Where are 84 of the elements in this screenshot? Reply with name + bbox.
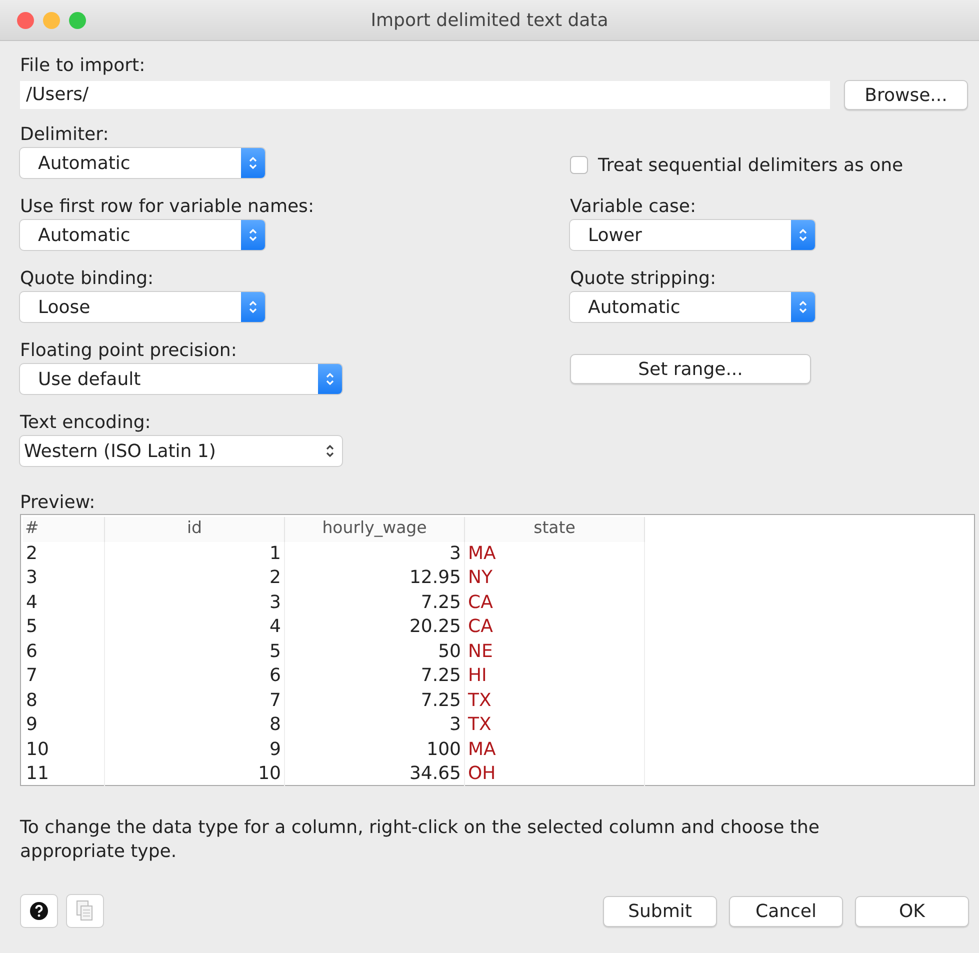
column-header[interactable]: state [465,517,645,542]
table-cell: MA [465,542,645,566]
row-number: 5 [23,615,105,640]
field-label: Text encoding: [20,412,151,434]
table-cell: 7.25 [285,664,465,688]
table-cell: 50 [285,640,465,664]
table-cell: 34.65 [285,762,465,786]
table-cell: 8 [105,713,285,738]
dropdown[interactable]: Use default [20,364,342,394]
field-label: Quote stripping: [570,268,716,290]
row-number: 10 [23,738,105,762]
table-cell: 4 [105,615,285,640]
dropdown[interactable]: Western (ISO Latin 1) [20,436,342,466]
table-cell: 3 [285,713,465,738]
field-label: File to import: [20,55,146,77]
window-title: Import delimited text data [370,10,608,30]
checkbox-label: Treat sequential delimiters as one [598,154,904,176]
set-range-button[interactable]: Set range... [570,354,811,384]
table-cell: 2 [105,566,285,590]
zoom-button[interactable] [69,12,86,28]
row-number: 3 [23,566,105,590]
stepper-icon [798,227,808,243]
column-header[interactable]: id [105,517,285,542]
dialog-button[interactable]: Submit [603,896,717,926]
preview-label: Preview: [20,492,96,514]
table-cell: 20.25 [285,615,465,640]
table-cell: 7 [105,688,285,713]
table-cell: TX [465,713,645,738]
row-number: 2 [23,542,105,566]
field-label: Use first row for variable names: [20,196,314,218]
row-number: 7 [23,664,105,688]
table-cell: 6 [105,664,285,688]
table-cell: OH [465,762,645,786]
dropdown[interactable]: Loose [20,292,265,322]
stepper-icon [248,155,258,171]
column-header[interactable]: # [23,517,105,542]
stepper-icon [248,299,258,315]
stepper-icon [798,299,808,315]
hint-text: To change the data type for a column, right-click on the selected column and choose the appropriate type. [20,816,820,864]
table-cell: 3 [285,542,465,566]
table-cell: MA [465,738,645,762]
dropdown[interactable]: Lower [570,220,815,250]
row-number: 4 [23,590,105,615]
table-cell: HI [465,664,645,688]
stepper-icon [248,227,258,243]
stepper-icon [325,371,335,387]
close-button[interactable] [17,12,34,28]
copy-button[interactable] [66,894,104,928]
browse-button[interactable]: Browse... [844,80,968,110]
table-cell: 7.25 [285,688,465,713]
table-cell: TX [465,688,645,713]
table-cell: 12.95 [285,566,465,590]
dropdown[interactable]: Automatic [570,292,815,322]
table-cell: NE [465,640,645,664]
dialog-button[interactable]: Cancel [729,896,843,926]
field-label: Floating point precision: [20,340,237,362]
dropdown[interactable]: Automatic [20,220,265,250]
row-number: 6 [23,640,105,664]
dialog-button[interactable]: OK [855,896,969,926]
help-icon [29,901,49,921]
file-path-field[interactable]: /Users/ [20,81,830,109]
field-label: Variable case: [570,196,696,218]
row-number: 11 [23,762,105,786]
table-cell: CA [465,615,645,640]
table-cell: NY [465,566,645,590]
stepper-icon [325,443,335,459]
table-cell: 5 [105,640,285,664]
table-cell: 3 [105,590,285,615]
table-cell: 1 [105,542,285,566]
dropdown[interactable]: Automatic [20,148,265,178]
row-number: 9 [23,713,105,738]
field-label: Delimiter: [20,124,109,146]
row-number: 8 [23,688,105,713]
table-cell: 9 [105,738,285,762]
table-cell: 7.25 [285,590,465,615]
copy-icon [75,900,95,922]
checkbox[interactable] [570,156,588,174]
column-header[interactable]: hourly_wage [285,517,465,542]
help-button[interactable] [20,894,58,928]
table-cell: 100 [285,738,465,762]
table-cell: CA [465,590,645,615]
minimize-button[interactable] [43,12,60,28]
table-cell: 10 [105,762,285,786]
field-label: Quote binding: [20,268,154,290]
